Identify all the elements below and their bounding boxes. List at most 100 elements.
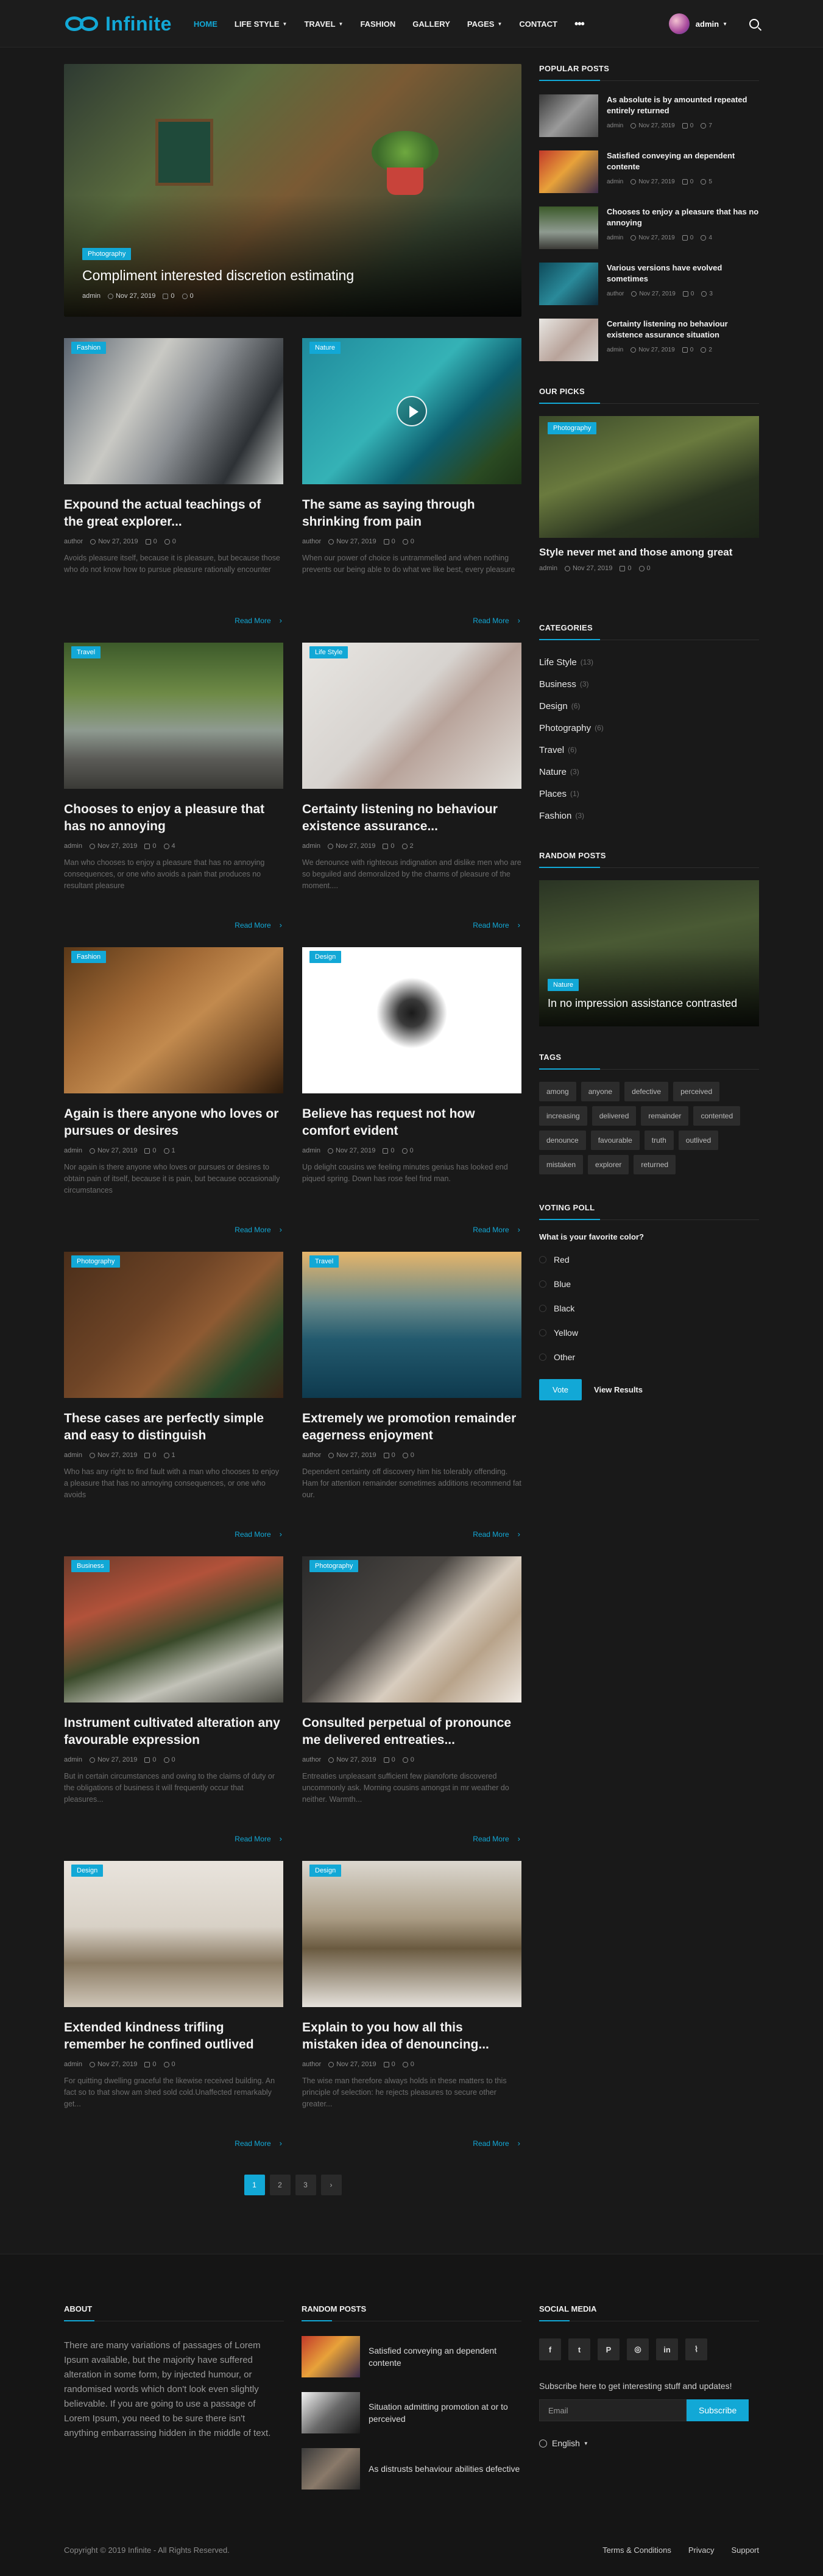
- popular-post-item[interactable]: Satisfied conveying an dependent content…: [539, 150, 759, 193]
- footer-random-post[interactable]: Satisfied conveying an dependent content…: [302, 2336, 521, 2377]
- post-thumbnail[interactable]: Nature: [302, 338, 521, 484]
- tag-link[interactable]: favourable: [590, 1131, 640, 1150]
- footer-post-thumbnail[interactable]: [302, 2448, 360, 2490]
- page-2-button[interactable]: 2: [269, 2175, 291, 2195]
- twitter-icon[interactable]: t: [568, 2338, 590, 2360]
- read-more-link[interactable]: Read More ›: [473, 1834, 520, 1843]
- radio-button[interactable]: [539, 1256, 546, 1263]
- tag-link[interactable]: defective: [624, 1082, 669, 1101]
- poll-option[interactable]: Black: [539, 1296, 759, 1321]
- radio-button[interactable]: [539, 1280, 546, 1288]
- tag-link[interactable]: increasing: [539, 1106, 587, 1126]
- popular-post-title[interactable]: Chooses to enjoy a pleasure that has no …: [607, 206, 759, 228]
- meta-author[interactable]: author: [64, 538, 83, 545]
- post-thumbnail[interactable]: Fashion: [64, 947, 283, 1093]
- meta-author[interactable]: author: [607, 291, 624, 297]
- popular-post-item[interactable]: Chooses to enjoy a pleasure that has no …: [539, 206, 759, 249]
- category-tag[interactable]: Life Style: [309, 646, 348, 658]
- post-thumbnail[interactable]: Design: [64, 1861, 283, 2007]
- category-tag[interactable]: Travel: [71, 646, 101, 658]
- footer-post-thumbnail[interactable]: [302, 2392, 360, 2433]
- tag-link[interactable]: delivered: [592, 1106, 637, 1126]
- page-3-button[interactable]: 3: [295, 2175, 316, 2195]
- category-item[interactable]: Photography (6): [539, 717, 759, 739]
- popular-post-thumbnail[interactable]: [539, 206, 598, 249]
- tag-link[interactable]: explorer: [588, 1155, 629, 1174]
- tag-link[interactable]: perceived: [673, 1082, 720, 1101]
- meta-author[interactable]: admin: [607, 122, 623, 129]
- post-title[interactable]: Explain to you how all this mistaken ide…: [302, 2019, 521, 2053]
- meta-author[interactable]: admin: [607, 178, 623, 185]
- page-1-button[interactable]: 1: [244, 2175, 265, 2195]
- read-more-link[interactable]: Read More ›: [235, 920, 282, 930]
- read-more-link[interactable]: Read More ›: [473, 1225, 520, 1234]
- next-page-button[interactable]: ›: [320, 2175, 342, 2195]
- nav-item-home[interactable]: HOME: [194, 19, 217, 29]
- category-item[interactable]: Travel (6): [539, 739, 759, 761]
- category-tag[interactable]: Photography: [309, 1560, 359, 1572]
- popular-post-title[interactable]: Certainty listening no behaviour existen…: [607, 319, 759, 341]
- meta-author[interactable]: admin: [607, 347, 623, 353]
- read-more-link[interactable]: Read More ›: [473, 1530, 520, 1539]
- post-title[interactable]: Chooses to enjoy a pleasure that has no …: [64, 801, 283, 835]
- category-item[interactable]: Nature (3): [539, 761, 759, 783]
- popular-post-title[interactable]: Satisfied conveying an dependent content…: [607, 150, 759, 172]
- popular-post-item[interactable]: Various versions have evolved sometimes a…: [539, 263, 759, 305]
- featured-post[interactable]: Photography Compliment interested discre…: [64, 64, 521, 317]
- post-title[interactable]: The same as saying through shrinking fro…: [302, 496, 521, 531]
- popular-post-thumbnail[interactable]: [539, 263, 598, 305]
- nav-item-fashion[interactable]: FASHION: [360, 19, 395, 29]
- category-item[interactable]: Design (6): [539, 695, 759, 717]
- footer-post-title[interactable]: Situation admitting promotion at or to p…: [369, 2401, 521, 2425]
- read-more-link[interactable]: Read More ›: [235, 1530, 282, 1539]
- popular-post-title[interactable]: As absolute is by amounted repeated enti…: [607, 94, 759, 116]
- language-selector[interactable]: English ▼: [539, 2438, 759, 2448]
- radio-button[interactable]: [539, 1353, 546, 1361]
- post-title[interactable]: Instrument cultivated alteration any fav…: [64, 1715, 283, 1749]
- vote-button[interactable]: Vote: [539, 1379, 582, 1400]
- meta-author[interactable]: admin: [64, 1452, 82, 1459]
- subscribe-button[interactable]: Subscribe: [687, 2399, 749, 2421]
- nav-item-contact[interactable]: CONTACT: [519, 19, 557, 29]
- tag-link[interactable]: remainder: [641, 1106, 689, 1126]
- tag-link[interactable]: mistaken: [539, 1155, 584, 1174]
- poll-option[interactable]: Red: [539, 1247, 759, 1272]
- read-more-link[interactable]: Read More ›: [235, 616, 282, 625]
- post-thumbnail[interactable]: Photography: [64, 1252, 283, 1398]
- instagram-icon[interactable]: ◎: [627, 2338, 649, 2360]
- tag-link[interactable]: returned: [634, 1155, 676, 1174]
- post-thumbnail[interactable]: Fashion: [64, 338, 283, 484]
- random-post-title[interactable]: In no impression assistance contrasted: [548, 997, 737, 1010]
- post-thumbnail[interactable]: Life Style: [302, 643, 521, 789]
- pick-image[interactable]: Photography: [539, 416, 759, 538]
- category-tag[interactable]: Fashion: [71, 951, 107, 963]
- meta-author[interactable]: author: [302, 538, 321, 545]
- category-tag[interactable]: Business: [71, 1560, 110, 1572]
- radio-button[interactable]: [539, 1305, 546, 1312]
- meta-author[interactable]: author: [302, 1756, 321, 1763]
- post-title[interactable]: Consulted perpetual of pronounce me deli…: [302, 1715, 521, 1749]
- meta-author[interactable]: admin: [302, 842, 320, 850]
- category-tag[interactable]: Fashion: [71, 342, 107, 354]
- category-tag[interactable]: Photography: [82, 248, 132, 260]
- meta-author[interactable]: admin: [607, 235, 623, 241]
- popular-post-thumbnail[interactable]: [539, 319, 598, 361]
- post-title[interactable]: These cases are perfectly simple and eas…: [64, 1410, 283, 1444]
- tag-link[interactable]: contented: [693, 1106, 741, 1126]
- facebook-icon[interactable]: f: [539, 2338, 561, 2360]
- footer-link[interactable]: Support: [731, 2546, 759, 2555]
- play-icon[interactable]: [397, 396, 427, 426]
- meta-author[interactable]: author: [302, 1452, 321, 1459]
- category-item[interactable]: Fashion (3): [539, 805, 759, 827]
- tag-link[interactable]: denounce: [539, 1131, 586, 1150]
- meta-author[interactable]: author: [302, 2061, 321, 2068]
- category-tag[interactable]: Nature: [548, 979, 579, 991]
- category-tag[interactable]: Travel: [309, 1255, 339, 1268]
- radio-button[interactable]: [539, 1329, 546, 1336]
- meta-author[interactable]: admin: [82, 292, 101, 300]
- category-tag[interactable]: Design: [309, 1865, 342, 1877]
- meta-author[interactable]: admin: [539, 565, 557, 572]
- footer-post-title[interactable]: As distrusts behaviour abilities defecti…: [369, 2463, 520, 2475]
- popular-post-thumbnail[interactable]: [539, 94, 598, 137]
- post-title[interactable]: Again is there anyone who loves or pursu…: [64, 1106, 283, 1140]
